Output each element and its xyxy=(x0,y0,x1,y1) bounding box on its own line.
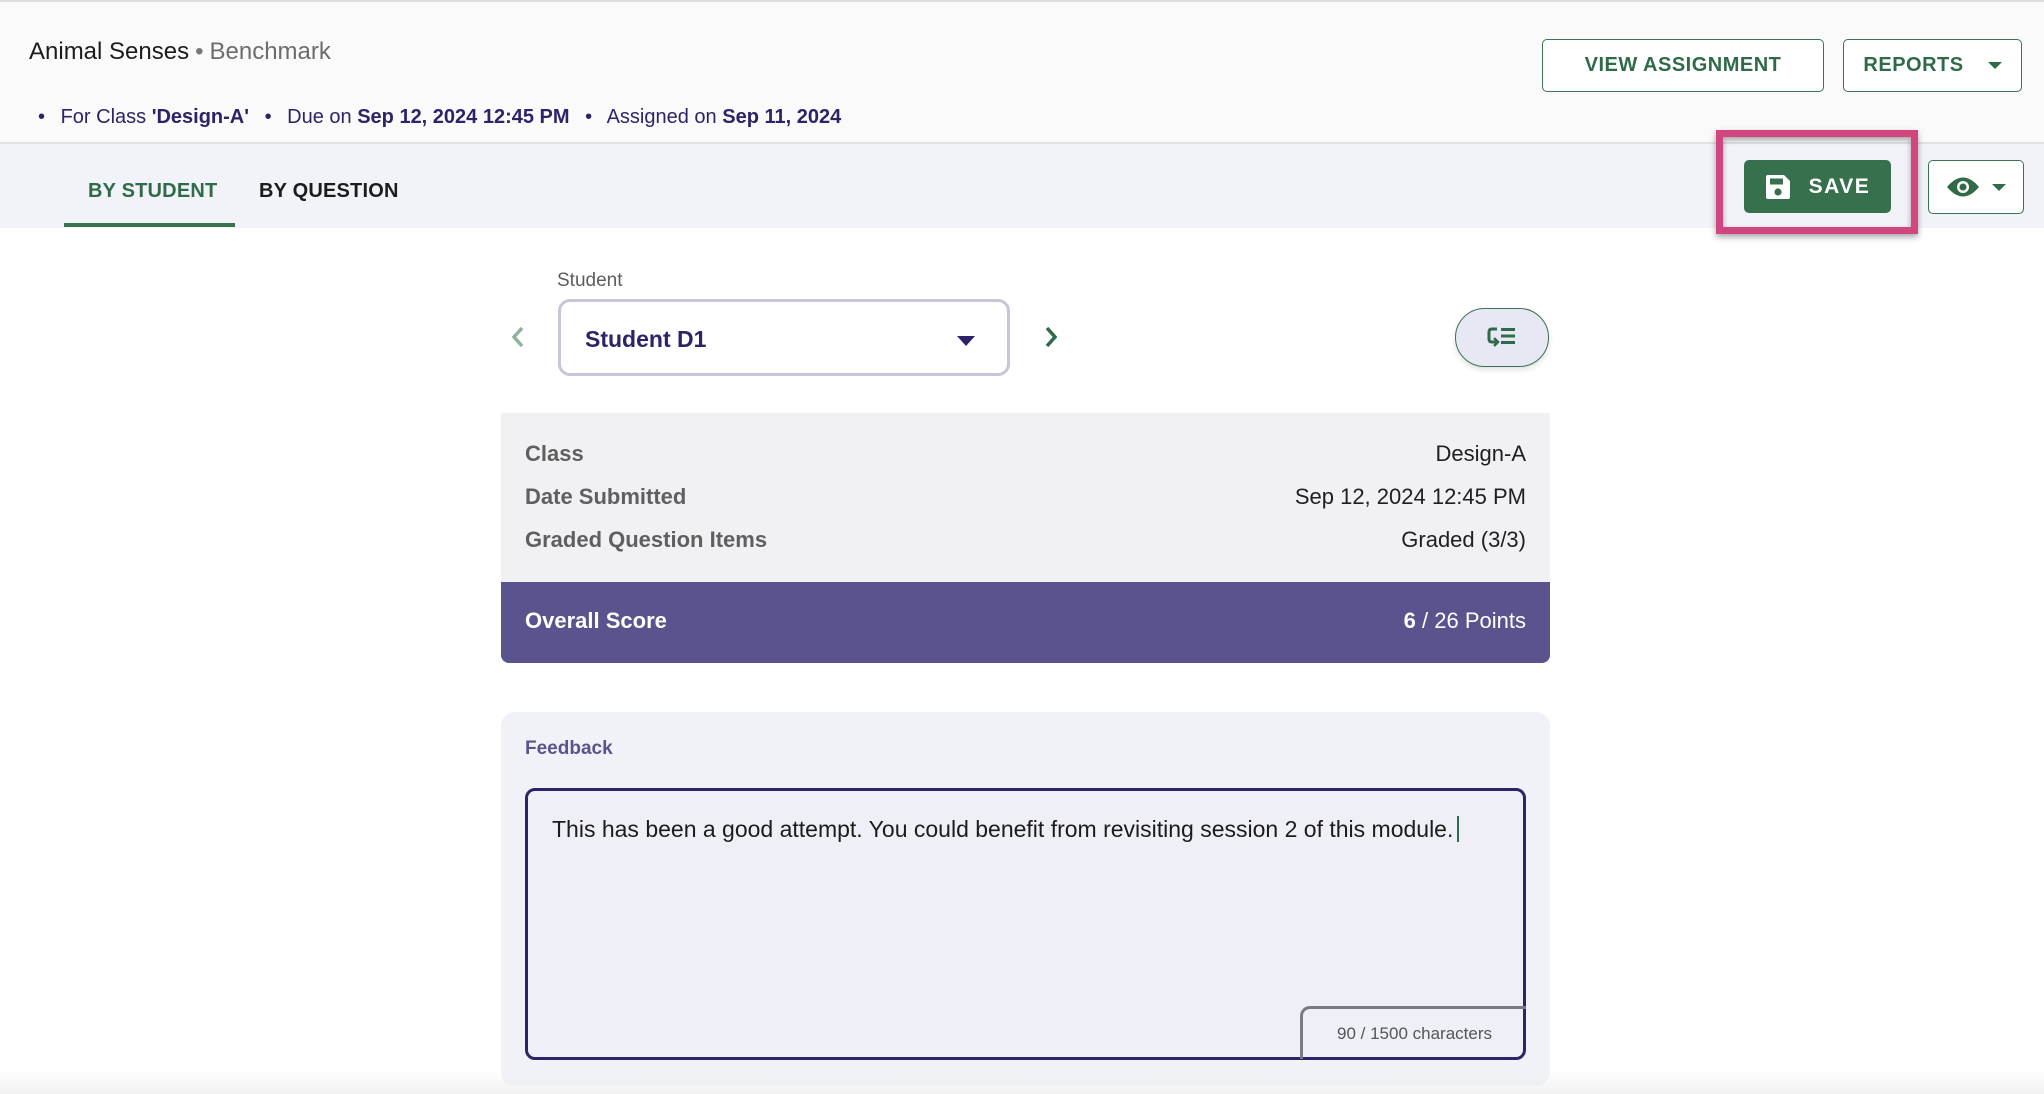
caret-down-icon xyxy=(1992,183,2006,191)
list-toggle-icon xyxy=(1487,327,1515,347)
due-prefix: Due on xyxy=(287,106,358,128)
info-value: Design-A xyxy=(1435,441,1526,466)
meta-bullet: • xyxy=(585,106,593,128)
assignment-title-line: Animal Senses • Benchmark xyxy=(29,38,331,66)
info-row-graded-items: Graded Question Items Graded (3/3) xyxy=(525,527,1526,557)
info-label: Class xyxy=(525,441,584,466)
active-tab-indicator xyxy=(64,223,235,227)
character-counter: 90 / 1500 characters xyxy=(1300,1006,1526,1059)
class-value: 'Design-A' xyxy=(151,106,249,128)
score-earned: 6 xyxy=(1403,608,1416,633)
visibility-dropdown-button[interactable] xyxy=(1928,160,2024,214)
eye-icon xyxy=(1947,177,1979,197)
assigned-date: Sep 11, 2024 xyxy=(722,106,842,128)
assignment-header: Animal Senses • Benchmark • For Class 'Des… xyxy=(0,0,2044,144)
overall-score-value: 6 / 26 Points xyxy=(1404,608,1526,634)
feedback-title: Feedback xyxy=(525,738,613,759)
next-student-chevron-icon[interactable] xyxy=(1036,322,1066,352)
tab-by-student[interactable]: BY STUDENT xyxy=(88,180,217,203)
info-row-class: Class Design-A xyxy=(525,441,1526,471)
class-prefix: For Class xyxy=(60,106,152,128)
reports-label: REPORTS xyxy=(1863,54,1964,76)
reports-dropdown-button[interactable]: REPORTS xyxy=(1843,39,2022,92)
view-assignment-label: VIEW ASSIGNMENT xyxy=(1584,54,1782,76)
tab-by-question[interactable]: BY QUESTION xyxy=(259,180,399,203)
meta-bullet: • xyxy=(38,106,46,128)
meta-bullet: • xyxy=(264,106,272,128)
score-total: / 26 Points xyxy=(1415,608,1526,633)
feedback-text: This has been a good attempt. You could … xyxy=(552,816,1454,842)
info-value: Sep 12, 2024 12:45 PM xyxy=(1294,484,1526,509)
feedback-text-wrap: This has been a good attempt. You could … xyxy=(552,816,1460,842)
text-cursor xyxy=(1457,816,1460,842)
info-value: Graded (3/3) xyxy=(1401,527,1526,552)
overall-score-label: Overall Score xyxy=(525,608,667,633)
title-separator: • xyxy=(195,38,204,65)
assignment-type: Benchmark xyxy=(209,38,331,65)
caret-down-icon xyxy=(1987,62,2002,69)
feedback-card: Feedback This has been a good attempt. Y… xyxy=(501,712,1550,1086)
previous-student-chevron-icon[interactable] xyxy=(503,322,533,352)
view-assignment-button[interactable]: VIEW ASSIGNMENT xyxy=(1542,39,1824,92)
toggle-question-list-button[interactable] xyxy=(1455,308,1549,367)
due-date: Sep 12, 2024 12:45 PM xyxy=(357,106,570,128)
student-field-label: Student xyxy=(557,270,623,291)
assigned-prefix: Assigned on xyxy=(606,106,723,128)
caret-down-icon xyxy=(957,336,975,346)
selected-student: Student D1 xyxy=(585,326,707,352)
save-highlight-annotation xyxy=(1716,130,1918,234)
info-label: Date Submitted xyxy=(525,484,687,509)
submission-info-panel: Class Design-A Date Submitted Sep 12, 20… xyxy=(501,413,1550,583)
character-count: 90 / 1500 characters xyxy=(1337,1024,1492,1043)
info-label: Graded Question Items xyxy=(525,527,768,552)
student-select[interactable]: Student D1 xyxy=(558,299,1010,376)
assignment-meta: • For Class 'Design-A' • Due on Sep 12, … xyxy=(38,106,841,129)
overall-score-bar: Overall Score 6 / 26 Points xyxy=(501,582,1550,663)
info-row-date-submitted: Date Submitted Sep 12, 2024 12:45 PM xyxy=(525,484,1526,514)
assignment-title: Animal Senses xyxy=(29,38,190,65)
